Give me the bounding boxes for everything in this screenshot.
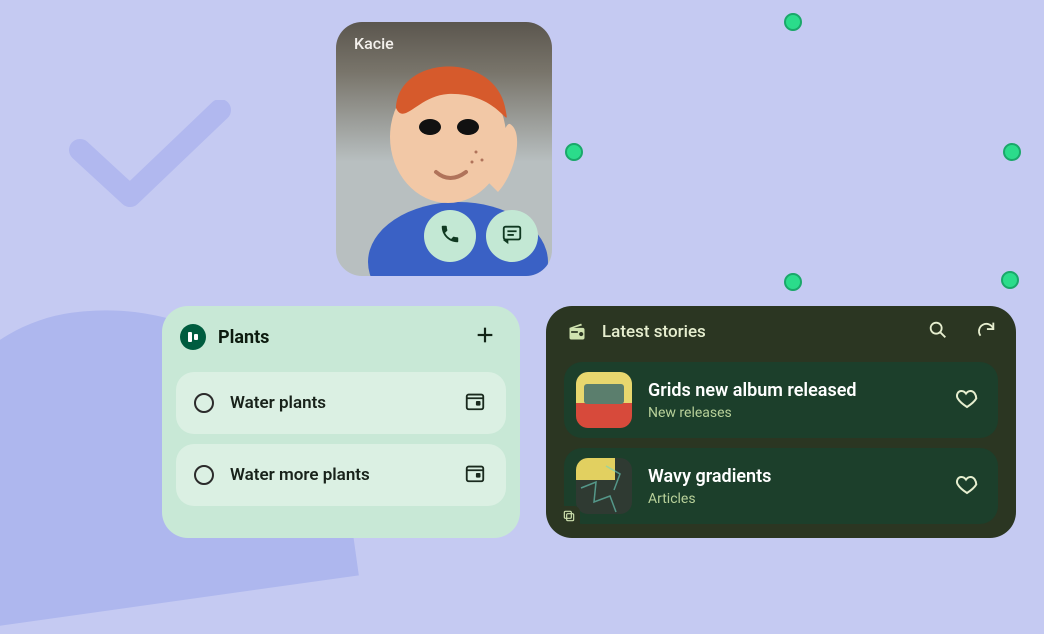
add-plant-button[interactable]	[470, 322, 500, 352]
phone-icon	[439, 223, 461, 249]
plants-app-icon	[180, 324, 206, 350]
story-category: Articles	[648, 491, 936, 507]
calendar-icon	[464, 390, 486, 416]
refresh-button[interactable]	[974, 320, 998, 344]
resize-handle-corner[interactable]	[1001, 271, 1019, 289]
heart-icon	[955, 472, 979, 500]
search-button[interactable]	[926, 320, 950, 344]
stories-widget[interactable]: Latest stories Grids new album released …	[546, 306, 1016, 538]
message-icon	[501, 223, 523, 249]
plants-title: Plants	[218, 327, 269, 348]
resize-handle-left[interactable]	[565, 143, 583, 161]
story-category: New releases	[648, 405, 936, 421]
task-radio[interactable]	[194, 393, 214, 413]
copy-icon	[562, 508, 576, 527]
plus-icon	[474, 324, 496, 350]
calendar-icon	[464, 462, 486, 488]
media-widget-selection: Wavy Gradients Keyline podcast	[574, 22, 1012, 282]
copy-badge	[558, 506, 580, 528]
background-checkmark	[60, 100, 240, 220]
list-item[interactable]: Water plants	[176, 372, 506, 434]
schedule-button[interactable]	[462, 390, 488, 416]
story-item[interactable]: Wavy gradients Articles	[564, 448, 998, 524]
story-title: Grids new album released	[648, 380, 936, 401]
contact-name: Kacie	[354, 34, 394, 53]
list-item[interactable]: Water more plants	[176, 444, 506, 506]
resize-handle-bottom[interactable]	[784, 273, 802, 291]
radio-icon	[566, 321, 588, 343]
resize-handle-right[interactable]	[1003, 143, 1021, 161]
refresh-icon	[975, 319, 997, 345]
call-button[interactable]	[424, 210, 476, 262]
favorite-button[interactable]	[952, 385, 982, 415]
schedule-button[interactable]	[462, 462, 488, 488]
favorite-button[interactable]	[952, 471, 982, 501]
story-thumbnail	[576, 458, 632, 514]
story-item[interactable]: Grids new album released New releases	[564, 362, 998, 438]
story-title: Wavy gradients	[648, 466, 936, 487]
stories-title: Latest stories	[602, 322, 706, 342]
task-radio[interactable]	[194, 465, 214, 485]
resize-handle-top[interactable]	[784, 13, 802, 31]
plants-widget[interactable]: Plants Water plants Water more plants	[162, 306, 520, 538]
heart-icon	[955, 386, 979, 414]
task-label: Water more plants	[230, 465, 370, 485]
search-icon	[927, 319, 949, 345]
contact-widget[interactable]: Kacie	[336, 22, 552, 276]
story-thumbnail	[576, 372, 632, 428]
message-button[interactable]	[486, 210, 538, 262]
task-label: Water plants	[230, 393, 326, 413]
